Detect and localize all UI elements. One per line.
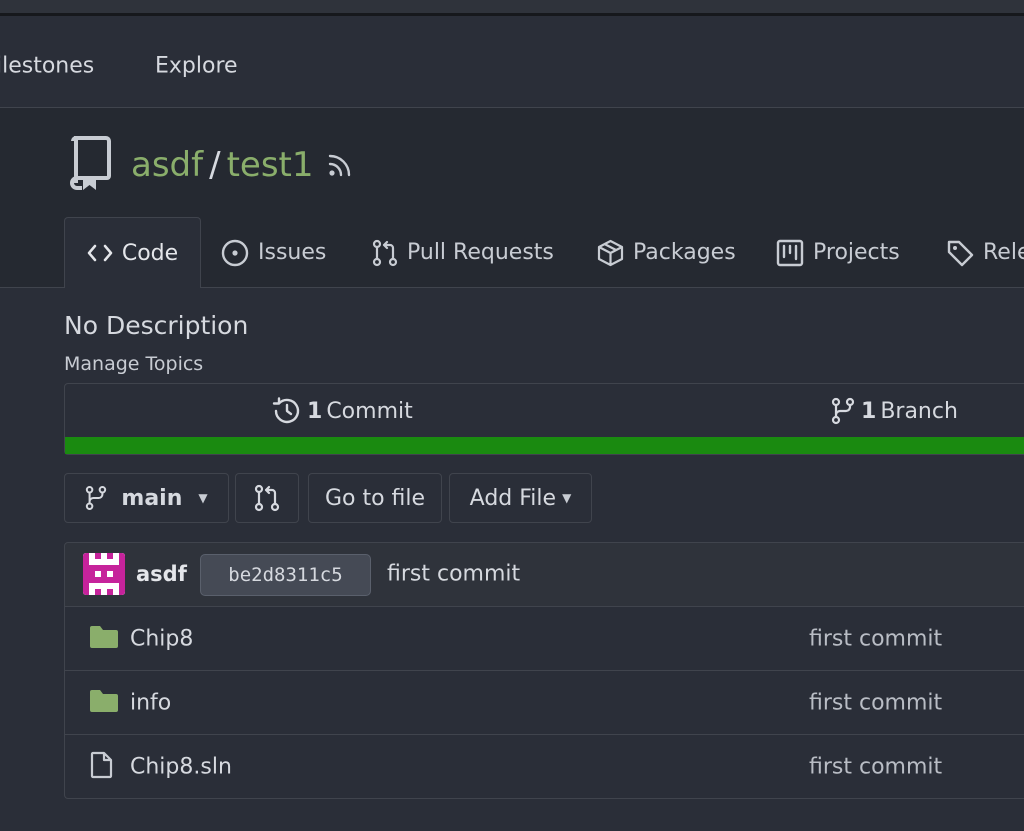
add-file-label: Add File [469, 485, 557, 511]
project-icon [776, 239, 804, 266]
pull-request-icon [254, 484, 280, 512]
issue-icon [221, 239, 249, 266]
rss-icon[interactable] [327, 152, 353, 182]
history-icon [272, 397, 300, 424]
tab-packages[interactable]: Packages [597, 218, 736, 287]
manage-topics-link[interactable]: Manage Topics [64, 353, 203, 375]
tab-code[interactable]: Code [64, 217, 201, 288]
file-commit-message[interactable]: first commit [809, 690, 942, 715]
tab-pull-requests[interactable]: Pull Requests [372, 218, 554, 287]
tag-icon [947, 240, 974, 266]
tab-code-label: Code [121, 240, 179, 266]
repo-name-link[interactable]: test1 [227, 145, 314, 185]
file-row[interactable]: info first commit [64, 671, 1024, 735]
repo-description: No Description [64, 311, 249, 340]
branches-stat[interactable]: 1 Branch [831, 397, 958, 425]
branch-icon [831, 397, 855, 425]
tab-projects-label: Projects [813, 240, 900, 265]
file-row[interactable]: Chip8 first commit [64, 607, 1024, 671]
nav-item-explore[interactable]: Explore [155, 54, 238, 79]
compare-button[interactable] [235, 473, 299, 523]
tab-projects[interactable]: Projects [776, 218, 900, 287]
repo-icon [68, 135, 112, 194]
avatar[interactable] [83, 553, 125, 595]
file-row[interactable]: Chip8.sln first commit [64, 735, 1024, 799]
pull-request-icon [372, 239, 398, 266]
file-name-link[interactable]: info [130, 690, 171, 715]
nav-item-milestones[interactable]: ilestones [0, 54, 94, 79]
tab-packages-label: Packages [633, 240, 736, 265]
commit-sha-button[interactable]: be2d8311c5 [200, 554, 371, 596]
file-name-link[interactable]: Chip8 [130, 626, 193, 651]
code-icon [87, 244, 113, 262]
folder-icon [89, 625, 119, 653]
tab-issues[interactable]: Issues [221, 218, 326, 287]
branches-label: Branch [880, 398, 958, 424]
commit-message[interactable]: first commit [387, 562, 520, 587]
commits-stat[interactable]: 1 Commit [271, 397, 413, 425]
go-to-file-button[interactable]: Go to file [308, 473, 442, 523]
tab-pull-requests-label: Pull Requests [407, 240, 554, 265]
latest-commit-row: asdf be2d8311c5 first commit [64, 542, 1024, 607]
language-bar [65, 437, 1024, 454]
branch-selector[interactable]: main ▼ [64, 473, 229, 523]
package-icon [597, 239, 624, 266]
commit-author-link[interactable]: asdf [136, 562, 187, 586]
tab-issues-label: Issues [258, 240, 327, 265]
caret-down-icon: ▼ [562, 491, 572, 505]
commits-count: 1 [307, 398, 323, 424]
repo-title: asdf / test1 [131, 145, 314, 185]
branch-icon [86, 485, 107, 511]
add-file-button[interactable]: Add File ▼ [449, 473, 592, 523]
caret-down-icon: ▼ [198, 491, 208, 505]
repo-owner-link[interactable]: asdf [131, 145, 203, 185]
folder-icon [89, 689, 119, 717]
repo-title-separator: / [209, 145, 221, 185]
file-icon [89, 751, 115, 783]
file-name-link[interactable]: Chip8.sln [130, 754, 232, 779]
tab-releases-label: Rele [983, 240, 1024, 265]
file-commit-message[interactable]: first commit [809, 754, 942, 779]
commits-label: Commit [326, 398, 413, 424]
branches-count: 1 [861, 398, 877, 424]
top-navbar: ilestones Explore [0, 16, 1024, 108]
window-top-strip [0, 0, 1024, 16]
file-commit-message[interactable]: first commit [809, 626, 942, 651]
branch-name: main [121, 485, 183, 511]
tab-releases[interactable]: Rele [946, 218, 1024, 287]
